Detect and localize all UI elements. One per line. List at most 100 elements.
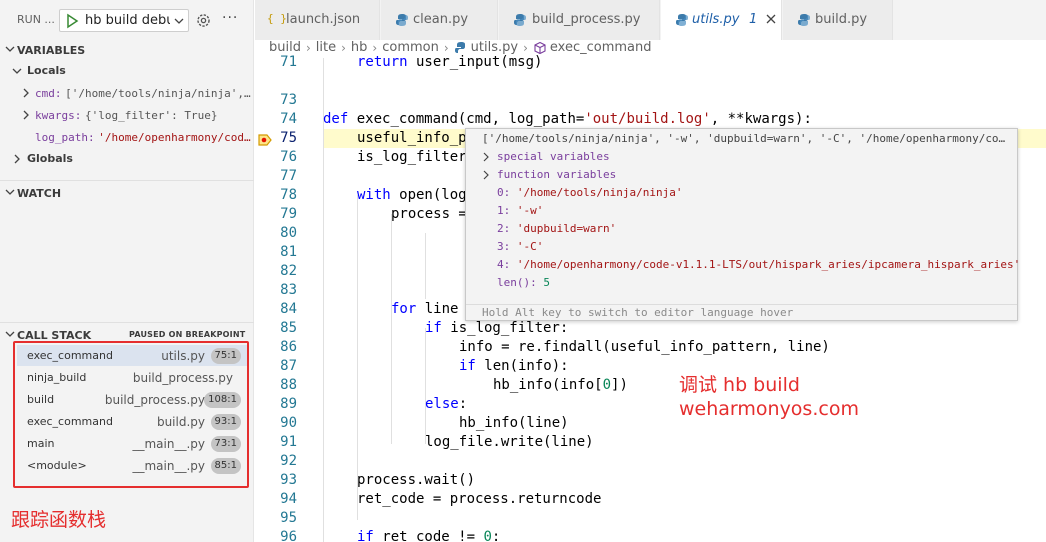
chevron-right-icon [483, 170, 489, 180]
close-icon[interactable] [765, 13, 777, 25]
stack-frame-function: exec_command [27, 349, 113, 362]
line-number: 87 [280, 358, 297, 374]
breadcrumb-item[interactable]: lite [316, 40, 336, 55]
variable-name: log_path: [35, 131, 95, 144]
problem-count-badge: 1 [749, 12, 758, 27]
chevron-right-icon [23, 110, 29, 120]
stack-frame-position: 85:1 [210, 458, 241, 474]
hover-group-label: function variables [497, 168, 617, 181]
hover-footer-hint: Hold Alt key to switch to editor languag… [466, 304, 1017, 320]
hover-item[interactable]: 0: '/home/tools/ninja/ninja' [497, 186, 682, 199]
stack-frame-file: __main__.py [132, 437, 205, 451]
chevron-down-icon [5, 46, 15, 52]
line-number: 79 [280, 206, 297, 222]
tab-label: utils.py [692, 12, 740, 27]
hover-item[interactable]: 4: '/home/openharmony/code-v1.1.1-LTS/ou… [497, 258, 1020, 271]
tab-utils-py[interactable]: utils.py 1 [661, 0, 782, 40]
debug-config-select[interactable]: hb build debu [59, 9, 189, 32]
stack-frame[interactable]: build build_process.py 108:1 [17, 389, 247, 410]
globals-scope[interactable]: Globals [0, 148, 254, 170]
play-icon[interactable] [64, 13, 80, 29]
hover-item[interactable]: 3: '-C' [497, 240, 543, 253]
stack-frame-position: 73:1 [210, 436, 241, 452]
divider [0, 180, 254, 181]
watch-section-header[interactable]: WATCH [0, 183, 254, 203]
breadcrumb-item[interactable]: common [382, 40, 439, 55]
variables-section-header[interactable]: VARIABLES [0, 40, 254, 60]
hover-item-value: '/home/openharmony/code-v1.1.1-LTS/out/h… [516, 258, 1021, 271]
hover-item-value: '/home/tools/ninja/ninja' [516, 186, 683, 199]
line-number: 74 [280, 111, 297, 127]
breadcrumb-item[interactable]: hb [351, 40, 368, 55]
chevron-right-icon [483, 152, 489, 162]
line-number: 80 [280, 225, 297, 241]
chevron-right-icon: › [523, 40, 528, 55]
line-number: 86 [280, 339, 297, 355]
stack-frame[interactable]: exec_command build.py 93:1 [17, 411, 247, 432]
debug-config-name: hb build debu [85, 13, 170, 28]
stack-frame[interactable]: main __main__.py 73:1 [17, 433, 247, 454]
breadcrumb-item[interactable]: utils.py [471, 40, 518, 55]
code-line: if ret_code != 0: [357, 529, 501, 542]
debug-annotation-title: 调试 hb build [679, 374, 800, 396]
line-number: 82 [280, 263, 297, 279]
chevron-right-icon [23, 88, 29, 98]
code-line: with open(log [357, 187, 467, 203]
tab-clean-py[interactable]: clean.py [381, 0, 498, 40]
code-line: process.wait() [357, 472, 476, 488]
stack-frame-function: ninja_build [27, 371, 87, 384]
tab-build-py[interactable]: build.py [783, 0, 893, 40]
code-line: log_file.write(line) [425, 434, 594, 450]
line-number: 88 [280, 377, 297, 393]
hover-item[interactable]: 1: '-w' [497, 204, 543, 217]
indent-guide [425, 328, 426, 444]
tab-launch-json[interactable]: { } launch.json [255, 0, 380, 40]
debug-hover-widget: ['/home/tools/ninja/ninja', '-w', 'dupbu… [465, 128, 1020, 321]
editor-tab-bar: { } launch.json clean.py build_process.p… [255, 0, 1046, 40]
variable-kwargs[interactable]: kwargs: {'log_filter': True} [0, 104, 254, 126]
variable-cmd[interactable]: cmd: ['/home/tools/ninja/ninja',… [0, 82, 254, 104]
json-icon: { } [267, 12, 287, 25]
stack-frame-file: utils.py [161, 349, 205, 363]
hover-header: ['/home/tools/ninja/ninja', '-w', 'dupbu… [482, 132, 1006, 145]
variables-header-label: VARIABLES [17, 44, 86, 57]
run-label: RUN ... [17, 13, 55, 26]
breadcrumb-item[interactable]: build [269, 40, 301, 55]
chevron-down-icon [174, 18, 184, 24]
chevron-right-icon: › [443, 40, 449, 55]
run-toolbar: RUN ... hb build debu ··· [0, 0, 254, 40]
python-icon [798, 14, 810, 26]
method-cube-icon [534, 41, 546, 54]
code-line: is_log_filter [357, 149, 467, 165]
stack-frame-function: <module> [27, 459, 87, 472]
paused-status: PAUSED ON BREAKPOINT [129, 330, 246, 339]
hover-item-index: 4: [497, 258, 511, 271]
call-stack-annotation: 跟踪函数栈 [11, 509, 107, 531]
line-number: 83 [280, 282, 297, 298]
variable-log-path[interactable]: log_path: '/home/openharmony/cod… [0, 126, 254, 148]
stack-frame[interactable]: <module> __main__.py 85:1 [17, 455, 247, 476]
gear-icon[interactable] [195, 12, 212, 29]
code-line: useful_info_p [357, 130, 467, 146]
stack-frame-function: exec_command [27, 415, 113, 428]
code-line: if len(info): [459, 358, 569, 374]
code-line: else: [425, 396, 468, 412]
stack-frame-position: 108:1 [204, 392, 241, 408]
stack-frame[interactable]: ninja_build build_process.py [17, 367, 247, 388]
line-number: 94 [280, 491, 297, 507]
breadcrumb-item[interactable]: exec_command [550, 40, 652, 55]
more-actions-icon[interactable]: ··· [222, 10, 238, 26]
python-icon [396, 14, 408, 26]
line-number: 71 [280, 54, 297, 70]
chevron-down-icon [5, 189, 15, 195]
chevron-right-icon: › [341, 40, 346, 55]
hover-len[interactable]: len(): 5 [497, 276, 550, 289]
hover-item-index: 2: [497, 222, 511, 235]
tab-build-process-py[interactable]: build_process.py [499, 0, 660, 40]
debug-sidebar: RUN ... hb build debu ··· VARIABLES Loca… [0, 0, 254, 542]
locals-scope[interactable]: Locals [0, 60, 254, 82]
hover-len-label: len(): [497, 276, 537, 289]
variable-name: cmd: [35, 87, 62, 100]
stack-frame[interactable]: exec_command utils.py 75:1 [17, 345, 247, 366]
hover-item[interactable]: 2: 'dupbuild=warn' [497, 222, 616, 235]
